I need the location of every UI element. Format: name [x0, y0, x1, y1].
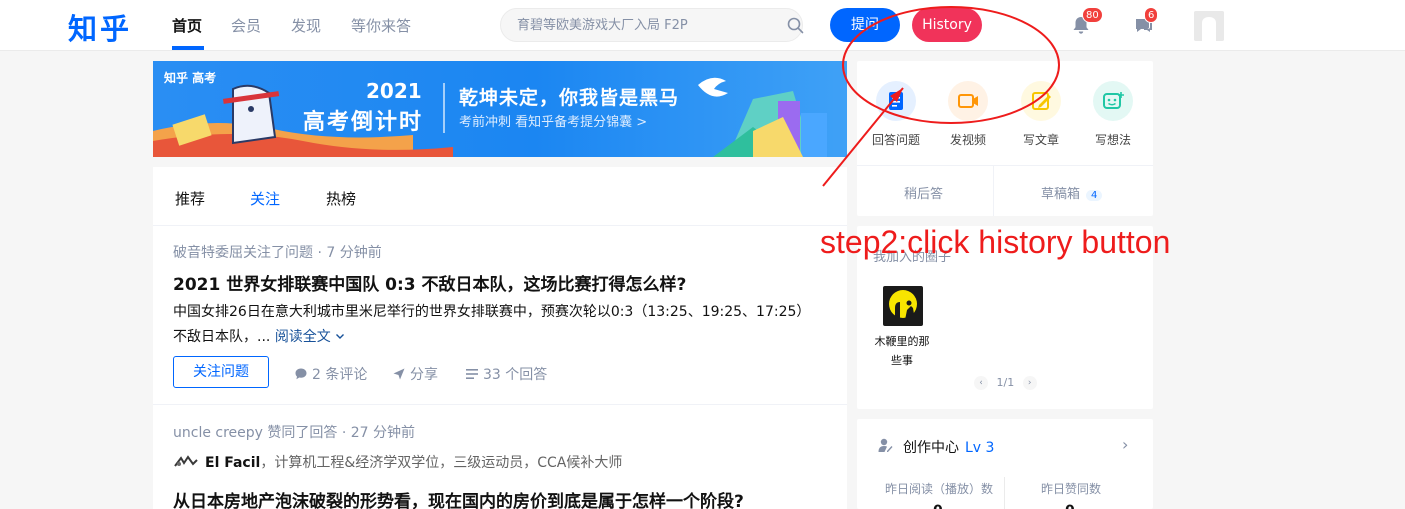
ask-question-button[interactable]: 提问 — [830, 8, 900, 42]
drafts-label: 草稿箱 — [1041, 187, 1081, 202]
creator-center-card: 创作中心 Lv 3 › 昨日阅读（播放）数 昨日赞同数 0 0 — [857, 419, 1153, 509]
gaokao-banner[interactable]: 知乎 高考 2021 高考倒计时 乾坤未定，你我皆是黑马 考前冲刺 看知乎备考提… — [153, 61, 847, 157]
stat-reads-value: 0 — [933, 503, 943, 509]
author-name[interactable]: El Facil — [205, 455, 260, 471]
later-answer-link[interactable]: 稍后答 — [904, 183, 943, 202]
quick-idea[interactable]: 写想法 — [1083, 81, 1143, 148]
nav-home[interactable]: 首页 — [172, 15, 202, 36]
notification-count-badge: 80 — [1082, 7, 1103, 23]
share-action[interactable]: 分享 — [392, 364, 438, 384]
comments-label: 2 条评论 — [312, 367, 368, 383]
read-more-link[interactable]: 阅读全文 — [275, 329, 345, 345]
banner-divider — [443, 83, 445, 133]
feed-item-title[interactable]: 2021 世界女排联赛中国队 0:3 不敌日本队，这场比赛打得怎么样? — [173, 270, 686, 295]
feed-item-meta: 破音特委屈关注了问题 · 7 分钟前 — [173, 245, 382, 261]
quick-video-label: 发视频 — [949, 133, 986, 147]
stat-likes-value: 0 — [1065, 503, 1075, 509]
search-input[interactable] — [517, 16, 767, 34]
feed-item-meta: uncle creepy 赞同了回答 · 27 分钟前 — [173, 425, 416, 441]
read-more-label: 阅读全文 — [274, 329, 331, 345]
chevron-down-icon — [336, 334, 345, 339]
creation-shortcuts-card: 回答问题 发视频 写文章 写想法 稍后答 草稿箱 4 — [857, 61, 1153, 216]
stat-divider — [1004, 477, 1005, 509]
share-label: 分享 — [410, 367, 438, 383]
video-icon — [948, 81, 988, 121]
banner-slogan: 乾坤未定，你我皆是黑马 — [459, 87, 680, 109]
nav-active-indicator — [172, 46, 204, 50]
zhihu-logo[interactable]: 知乎 — [68, 6, 132, 48]
shortcuts-vertical-divider — [993, 166, 994, 216]
pencil-icon — [1021, 81, 1061, 121]
annotation-text: step2:click history button — [820, 224, 1171, 260]
answers-label: 33 个回答 — [483, 367, 548, 383]
share-icon — [393, 368, 405, 380]
history-button[interactable]: History — [912, 8, 982, 42]
answers-action[interactable]: 33 个回答 — [465, 364, 547, 384]
feed-item-divider — [153, 404, 847, 405]
tab-hot[interactable]: 热榜 — [326, 188, 356, 209]
circle-name[interactable]: 木鞭里的那些事 — [871, 332, 933, 370]
follow-question-button[interactable]: 关注问题 — [173, 356, 269, 388]
pager-prev-icon[interactable]: ‹ — [974, 376, 988, 390]
pager-next-icon[interactable]: › — [1022, 376, 1037, 390]
author-bio: ，计算机工程&经济学双学位，三级运动员，CCA候补大师 — [260, 455, 623, 471]
nav-vip[interactable]: 会员 — [231, 15, 261, 36]
circles-pager: ‹ 1/1 › — [974, 376, 1037, 390]
feed-item-title[interactable]: 从日本房地产泡沫破裂的形势看，现在国内的房价到底是属于怎样一个阶段? — [173, 487, 744, 509]
drafts-link[interactable]: 草稿箱 4 — [1041, 183, 1103, 202]
pager-label: 1/1 — [996, 376, 1015, 389]
message-count-badge: 6 — [1144, 7, 1159, 23]
banner-brand: 知乎 高考 — [164, 71, 217, 85]
feed-item-excerpt[interactable]: 中国女排26日在意大利城市里米尼举行的世界女排联赛中，预赛次轮以0:3（13:2… — [173, 300, 813, 350]
quick-answer-label: 回答问题 — [871, 133, 920, 147]
user-avatar[interactable] — [1194, 11, 1224, 41]
tab-recommend[interactable]: 推荐 — [175, 188, 205, 209]
author-avatar[interactable] — [173, 454, 199, 470]
creator-level: Lv 3 — [965, 440, 995, 456]
quick-article[interactable]: 写文章 — [1011, 81, 1071, 148]
chevron-right-icon[interactable]: › — [1122, 435, 1128, 454]
quick-answer[interactable]: 回答问题 — [866, 81, 926, 148]
search-icon[interactable] — [787, 17, 804, 34]
feed-card: 推荐 关注 热榜 破音特委屈关注了问题 · 7 分钟前 2021 世界女排联赛中… — [153, 167, 847, 509]
feed-divider — [153, 225, 847, 226]
creator-icon — [877, 437, 893, 453]
list-icon — [466, 369, 478, 379]
stat-likes-label: 昨日赞同数 — [1041, 482, 1102, 496]
stat-reads-label: 昨日阅读（播放）数 — [885, 482, 994, 496]
creator-center-label: 创作中心 — [903, 440, 959, 456]
nav-discover[interactable]: 发现 — [291, 15, 321, 36]
creator-center-title[interactable]: 创作中心 Lv 3 — [903, 437, 994, 457]
drafts-count-badge: 4 — [1086, 190, 1103, 201]
banner-countdown-title: 高考倒计时 — [303, 110, 424, 135]
excerpt-text: 中国女排26日在意大利城市里米尼举行的世界女排联赛中，预赛次轮以0:3（13:2… — [173, 304, 811, 345]
idea-icon — [1093, 81, 1133, 121]
banner-year: 2021 — [366, 79, 422, 103]
quick-article-label: 写文章 — [1022, 133, 1059, 147]
nav-waiting-answers[interactable]: 等你来答 — [351, 15, 411, 36]
circle-avatar[interactable] — [883, 286, 923, 326]
quick-video[interactable]: 发视频 — [938, 81, 998, 148]
shortcuts-divider — [857, 165, 1153, 166]
answer-icon — [876, 81, 916, 121]
banner-subtitle[interactable]: 考前冲刺 看知乎备考提分锦囊 > — [459, 111, 647, 130]
answer-author: El Facil，计算机工程&经济学双学位，三级运动员，CCA候补大师 — [173, 452, 622, 472]
quick-idea-label: 写想法 — [1094, 133, 1131, 147]
top-header: 知乎 首页 会员 发现 等你来答 提问 History 80 6 — [0, 0, 1405, 51]
comments-action[interactable]: 2 条评论 — [294, 364, 367, 384]
comment-icon — [295, 368, 307, 380]
tab-following[interactable]: 关注 — [250, 188, 280, 209]
search-box[interactable] — [500, 8, 804, 42]
